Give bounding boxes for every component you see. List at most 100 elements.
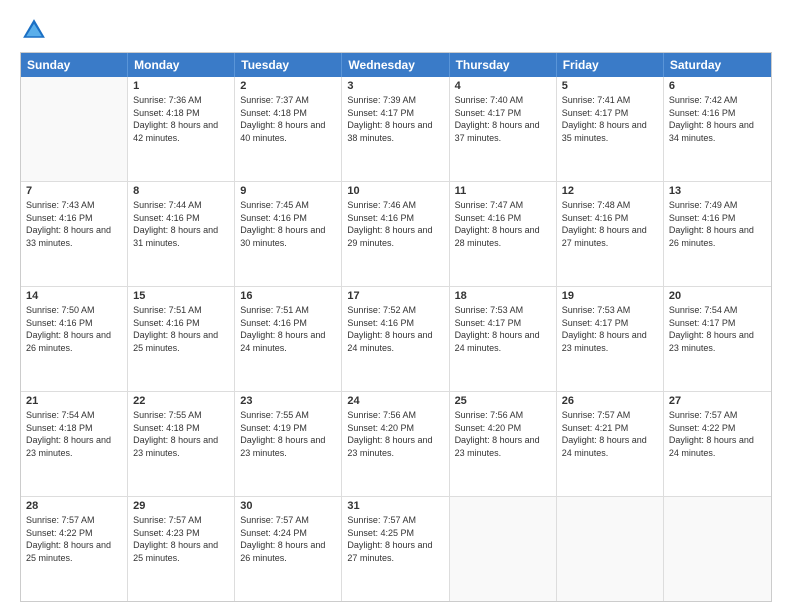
- calendar-cell: 4Sunrise: 7:40 AMSunset: 4:17 PMDaylight…: [450, 77, 557, 181]
- daylight-text: Daylight: 8 hours and 23 minutes.: [347, 434, 443, 459]
- logo-icon: [20, 16, 48, 44]
- calendar-cell: 16Sunrise: 7:51 AMSunset: 4:16 PMDayligh…: [235, 287, 342, 391]
- daylight-text: Daylight: 8 hours and 24 minutes.: [455, 329, 551, 354]
- calendar-cell: 13Sunrise: 7:49 AMSunset: 4:16 PMDayligh…: [664, 182, 771, 286]
- weekday-header: Sunday: [21, 53, 128, 77]
- sunset-text: Sunset: 4:16 PM: [562, 212, 658, 225]
- daylight-text: Daylight: 8 hours and 24 minutes.: [669, 434, 766, 459]
- sunset-text: Sunset: 4:19 PM: [240, 422, 336, 435]
- day-number: 31: [347, 500, 443, 512]
- calendar-cell: 11 Sunrise: 7:47 AMSunset: 4:16 PMDayligh…: [450, 182, 557, 286]
- calendar-row: 28Sunrise: 7:57 AMSunset: 4:22 PMDayligh…: [21, 497, 771, 601]
- day-number: 11: [455, 185, 551, 197]
- sunrise-text: Sunrise: 7:57 AM: [669, 409, 766, 422]
- day-number: 9: [240, 185, 336, 197]
- daylight-text: Daylight: 8 hours and 23 minutes.: [562, 329, 658, 354]
- sunset-text: Sunset: 4:18 PM: [133, 107, 229, 120]
- day-number: 29: [133, 500, 229, 512]
- sunset-text: Sunset: 4:20 PM: [455, 422, 551, 435]
- sunset-text: Sunset: 4:17 PM: [455, 317, 551, 330]
- calendar-cell: 9Sunrise: 7:45 AMSunset: 4:16 PMDaylight…: [235, 182, 342, 286]
- sunrise-text: Sunrise: 7:55 AM: [240, 409, 336, 422]
- day-number: 18: [455, 290, 551, 302]
- sunrise-text: Sunrise: 7:39 AM: [347, 94, 443, 107]
- sunset-text: Sunset: 4:16 PM: [133, 212, 229, 225]
- day-number: 17: [347, 290, 443, 302]
- sunset-text: Sunset: 4:22 PM: [669, 422, 766, 435]
- daylight-text: Daylight: 8 hours and 24 minutes.: [240, 329, 336, 354]
- sunset-text: Sunset: 4:23 PM: [133, 527, 229, 540]
- calendar-row: 1Sunrise: 7:36 AMSunset: 4:18 PMDaylight…: [21, 77, 771, 182]
- sunset-text: Sunset: 4:17 PM: [669, 317, 766, 330]
- calendar-header: SundayMondayTuesdayWednesdayThursdayFrid…: [21, 53, 771, 77]
- day-number: 26: [562, 395, 658, 407]
- sunrise-text: Sunrise: 7:41 AM: [562, 94, 658, 107]
- daylight-text: Daylight: 8 hours and 23 minutes.: [669, 329, 766, 354]
- calendar-cell: 14Sunrise: 7:50 AMSunset: 4:16 PMDayligh…: [21, 287, 128, 391]
- calendar-body: 1Sunrise: 7:36 AMSunset: 4:18 PMDaylight…: [21, 77, 771, 601]
- calendar-cell: 27 Sunrise: 7:57 AMSunset: 4:22 PMDayligh…: [664, 392, 771, 496]
- calendar-cell: 12Sunrise: 7:48 AMSunset: 4:16 PMDayligh…: [557, 182, 664, 286]
- sunset-text: Sunset: 4:16 PM: [133, 317, 229, 330]
- header: [20, 16, 772, 44]
- sunset-text: Sunset: 4:16 PM: [347, 317, 443, 330]
- calendar-cell: 30Sunrise: 7:57 AMSunset: 4:24 PMDayligh…: [235, 497, 342, 601]
- daylight-text: Daylight: 8 hours and 42 minutes.: [133, 119, 229, 144]
- calendar-cell: 22Sunrise: 7:55 AMSunset: 4:18 PMDayligh…: [128, 392, 235, 496]
- sunset-text: Sunset: 4:17 PM: [562, 317, 658, 330]
- daylight-text: Daylight: 8 hours and 23 minutes.: [240, 434, 336, 459]
- sunrise-text: Sunrise: 7:53 AM: [562, 304, 658, 317]
- sunrise-text: Sunrise: 7:57 AM: [562, 409, 658, 422]
- sunset-text: Sunset: 4:22 PM: [26, 527, 122, 540]
- calendar-cell: 26 Sunrise: 7:57 AMSunset: 4:21 PMDayligh…: [557, 392, 664, 496]
- calendar-cell: 23Sunrise: 7:55 AMSunset: 4:19 PMDayligh…: [235, 392, 342, 496]
- weekday-header: Tuesday: [235, 53, 342, 77]
- day-number: 1: [133, 80, 229, 92]
- day-number: 10: [347, 185, 443, 197]
- day-number: 12: [562, 185, 658, 197]
- sunset-text: Sunset: 4:17 PM: [347, 107, 443, 120]
- sunrise-text: Sunrise: 7:55 AM: [133, 409, 229, 422]
- daylight-text: Daylight: 8 hours and 25 minutes.: [26, 539, 122, 564]
- calendar-cell: 18Sunrise: 7:53 AMSunset: 4:17 PMDayligh…: [450, 287, 557, 391]
- day-number: 21: [26, 395, 122, 407]
- calendar-cell: 5Sunrise: 7:41 AMSunset: 4:17 PMDaylight…: [557, 77, 664, 181]
- sunset-text: Sunset: 4:16 PM: [455, 212, 551, 225]
- sunrise-text: Sunrise: 7:52 AM: [347, 304, 443, 317]
- sunrise-text: Sunrise: 7:51 AM: [133, 304, 229, 317]
- daylight-text: Daylight: 8 hours and 40 minutes.: [240, 119, 336, 144]
- daylight-text: Daylight: 8 hours and 24 minutes.: [562, 434, 658, 459]
- sunset-text: Sunset: 4:21 PM: [562, 422, 658, 435]
- calendar-cell: 29Sunrise: 7:57 AMSunset: 4:23 PMDayligh…: [128, 497, 235, 601]
- sunrise-text: Sunrise: 7:43 AM: [26, 199, 122, 212]
- sunset-text: Sunset: 4:17 PM: [562, 107, 658, 120]
- sunset-text: Sunset: 4:20 PM: [347, 422, 443, 435]
- sunset-text: Sunset: 4:25 PM: [347, 527, 443, 540]
- calendar-cell: 25Sunrise: 7:56 AMSunset: 4:20 PMDayligh…: [450, 392, 557, 496]
- calendar-cell: 28Sunrise: 7:57 AMSunset: 4:22 PMDayligh…: [21, 497, 128, 601]
- weekday-header: Saturday: [664, 53, 771, 77]
- day-number: 4: [455, 80, 551, 92]
- sunset-text: Sunset: 4:16 PM: [347, 212, 443, 225]
- sunrise-text: Sunrise: 7:56 AM: [347, 409, 443, 422]
- day-number: 15: [133, 290, 229, 302]
- calendar-cell: 8Sunrise: 7:44 AMSunset: 4:16 PMDaylight…: [128, 182, 235, 286]
- calendar-cell: [664, 497, 771, 601]
- daylight-text: Daylight: 8 hours and 38 minutes.: [347, 119, 443, 144]
- daylight-text: Daylight: 8 hours and 31 minutes.: [133, 224, 229, 249]
- daylight-text: Daylight: 8 hours and 23 minutes.: [133, 434, 229, 459]
- day-number: 7: [26, 185, 122, 197]
- day-number: 28: [26, 500, 122, 512]
- calendar-cell: [557, 497, 664, 601]
- day-number: 27: [669, 395, 766, 407]
- calendar-cell: 19Sunrise: 7:53 AMSunset: 4:17 PMDayligh…: [557, 287, 664, 391]
- daylight-text: Daylight: 8 hours and 28 minutes.: [455, 224, 551, 249]
- daylight-text: Daylight: 8 hours and 23 minutes.: [455, 434, 551, 459]
- sunset-text: Sunset: 4:18 PM: [26, 422, 122, 435]
- day-number: 5: [562, 80, 658, 92]
- sunrise-text: Sunrise: 7:49 AM: [669, 199, 766, 212]
- daylight-text: Daylight: 8 hours and 25 minutes.: [133, 539, 229, 564]
- daylight-text: Daylight: 8 hours and 33 minutes.: [26, 224, 122, 249]
- sunrise-text: Sunrise: 7:47 AM: [455, 199, 551, 212]
- sunrise-text: Sunrise: 7:54 AM: [669, 304, 766, 317]
